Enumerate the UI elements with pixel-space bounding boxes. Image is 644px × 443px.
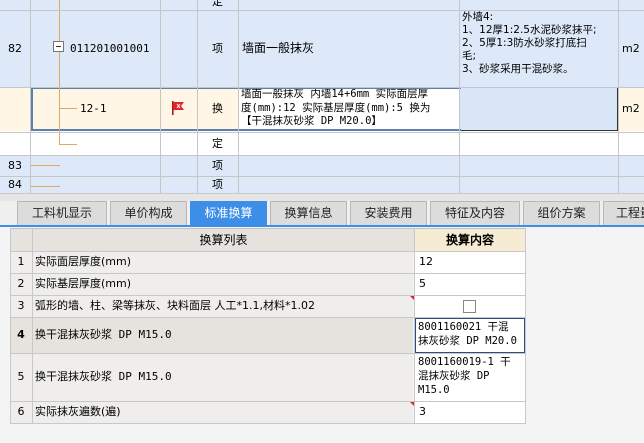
tab-pricing-scheme[interactable]: 组价方案 [523, 201, 600, 225]
tree-line [59, 52, 60, 144]
feature-line: 2、5厚1:3防水砂浆打底扫 [462, 37, 587, 49]
tab-conversion-info[interactable]: 换算信息 [270, 201, 347, 225]
row-82-name: 墙面一般抹灰 [242, 41, 315, 55]
row-partial-top-type: 定 [212, 0, 223, 8]
tree-line [30, 186, 60, 187]
row-number: 2 [10, 273, 32, 295]
feature-line: 3、砂浆采用干混砂浆。 [462, 63, 574, 75]
header-corner [10, 229, 32, 251]
row-number: 3 [10, 295, 32, 317]
conversion-label: 实际基层厚度(mm) [35, 273, 413, 295]
value-line: M15.0 [418, 384, 450, 396]
tree-line [30, 165, 60, 166]
tab-quantity[interactable]: 工程量 [603, 201, 644, 225]
tree-line [59, 144, 77, 145]
header-conversion-content: 换算内容 [415, 229, 525, 251]
tab-labor-material[interactable]: 工料机显示 [17, 201, 107, 225]
row-82-number: 82 [8, 42, 22, 55]
upper-grid: 82 011201001001 项 墙面一般抹灰 外墙4: 1、12厚1:2.5… [0, 0, 644, 193]
conversion-label: 换干混抹灰砂浆 DP M15.0 [35, 317, 413, 353]
pane-splitter[interactable] [0, 193, 644, 201]
row-selected-unit: m2 [622, 102, 640, 115]
mortar-replacement-value[interactable]: 8001160021 干混 抹灰砂浆 DP M20.0 [418, 320, 524, 352]
row-ding-type: 定 [212, 137, 223, 150]
row-number-active: 4 [10, 317, 32, 353]
tree-line [59, 0, 60, 41]
row-84-number: 84 [8, 178, 22, 191]
row-82-unit: m2 [622, 42, 640, 55]
row-82-features: 外墙4: 1、12厚1:2.5水泥砂浆抹平; 2、5厚1:3防水砂浆打底扫 毛;… [462, 11, 618, 87]
row-number: 1 [10, 251, 32, 273]
plaster-coats-value[interactable]: 3 [419, 401, 523, 423]
row-number: 6 [10, 401, 32, 423]
row-83[interactable] [0, 155, 644, 176]
header-conversion-list: 换算列表 [33, 229, 414, 251]
value-line: 8001160021 干混 [418, 321, 509, 333]
row-82-code: 011201001001 [70, 42, 150, 55]
selection-frame [31, 87, 461, 131]
conversion-label: 换干混抹灰砂浆 DP M15.0 [35, 353, 413, 401]
row-ding[interactable] [0, 133, 644, 155]
row-84-type: 项 [212, 178, 223, 191]
row-83-number: 83 [8, 159, 22, 172]
row-84[interactable] [0, 176, 644, 193]
conversion-label: 实际面层厚度(mm) [35, 251, 413, 273]
tree-line [59, 108, 77, 109]
tab-unit-price[interactable]: 单价构成 [110, 201, 187, 225]
tab-features-content[interactable]: 特征及内容 [430, 201, 520, 225]
tree-collapse-toggle[interactable] [53, 41, 64, 52]
row-number: 5 [10, 353, 32, 401]
actual-surface-thickness-value[interactable]: 12 [419, 251, 523, 273]
conversion-label: 弧形的墙、柱、梁等抹灰、块料面层 人工*1.1,材料*1.02 [35, 295, 413, 317]
actual-base-thickness-value[interactable]: 5 [419, 273, 523, 295]
feature-line: 毛; [462, 50, 477, 62]
row-partial-top[interactable] [0, 0, 644, 10]
arc-wall-checkbox[interactable] [463, 300, 476, 313]
feature-line: 1、12厚1:2.5水泥砂浆抹平; [462, 24, 597, 36]
value-line: 混抹灰砂浆 DP [418, 370, 490, 382]
row-83-type: 项 [212, 159, 223, 172]
mortar-replacement-value-2[interactable]: 8001160019-1 干 混抹灰砂浆 DP M15.0 [418, 355, 524, 400]
value-line: 8001160019-1 干 [418, 356, 511, 368]
value-line: 抹灰砂浆 DP M20.0 [418, 335, 517, 347]
feature-line: 外墙4: [462, 11, 494, 23]
row-82-type: 项 [212, 42, 223, 55]
tab-install-fee[interactable]: 安装费用 [350, 201, 427, 225]
minus-icon [56, 46, 61, 47]
conversion-label: 实际抹灰遍数(遍) [35, 401, 413, 423]
tab-standard-conversion[interactable]: 标准换算 [190, 201, 267, 225]
row-selected-feature-cell[interactable] [460, 87, 618, 131]
